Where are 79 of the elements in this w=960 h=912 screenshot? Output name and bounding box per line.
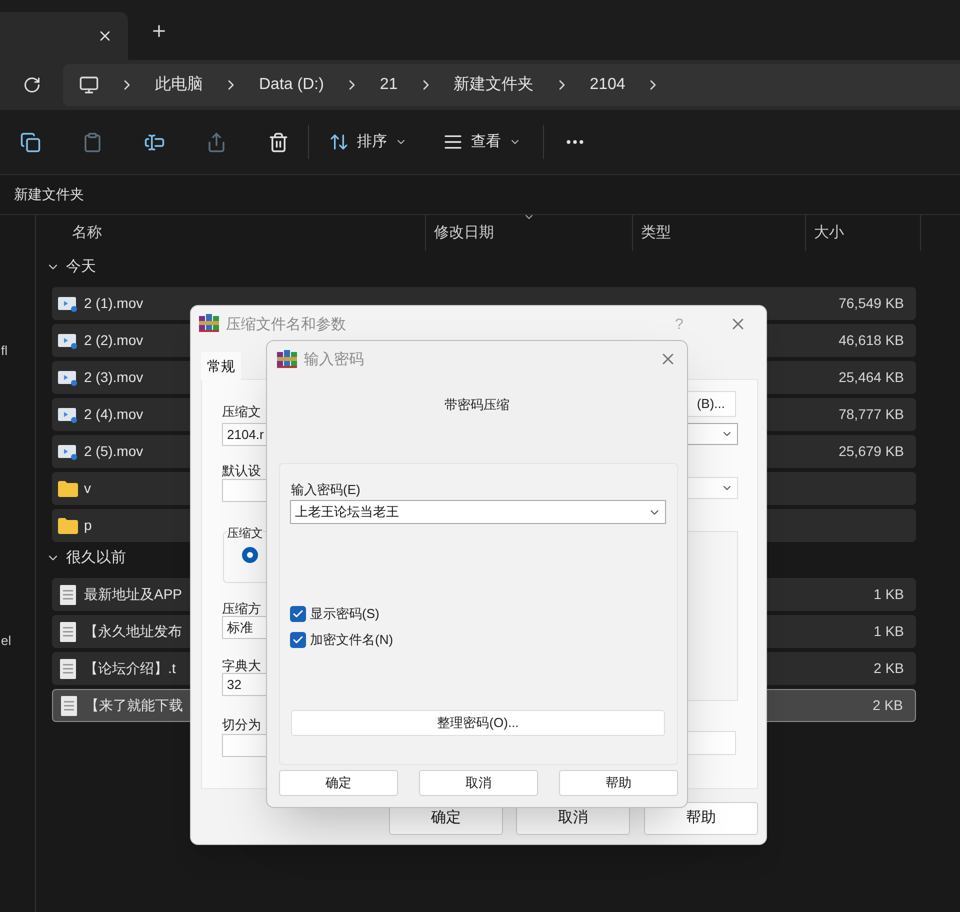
check-icon [292, 634, 304, 646]
column-header[interactable]: 名称 [72, 222, 425, 244]
video-file-icon [58, 332, 78, 348]
file-size: 76,549 KB [838, 294, 905, 313]
organize-button[interactable]: 整理密码(O)... [291, 710, 665, 736]
folder-icon [58, 480, 78, 496]
password-combo-box[interactable]: 上老王论坛当老王 [290, 500, 666, 524]
breadcrumb-item[interactable]: 此电脑 [155, 73, 203, 97]
file-size: 46,618 KB [838, 331, 905, 350]
password-value: 上老王论坛当老王 [295, 503, 400, 522]
file-size: 1 KB [874, 585, 905, 604]
file-name: 2 (2).mov [84, 331, 144, 350]
folder-icon [58, 518, 78, 534]
file-name: 2 (4).mov [84, 405, 144, 424]
breadcrumb-item[interactable]: 新建文件夹 [454, 73, 534, 97]
sidebar-label[interactable]: el [1, 630, 35, 650]
dialog-button[interactable]: 取消 [419, 770, 538, 796]
file-size: 2 KB [872, 696, 904, 715]
copy-icon[interactable] [20, 132, 41, 152]
field-label: 压缩方 [222, 600, 261, 618]
refresh-icon[interactable] [23, 76, 41, 94]
file-name: 【永久地址发布 [84, 622, 182, 641]
file-size: 2 KB [874, 659, 905, 678]
file-name: p [84, 516, 92, 535]
check-icon [292, 608, 304, 620]
text-file-icon [60, 622, 76, 642]
breadcrumb-item[interactable]: 21 [380, 73, 398, 97]
column-header[interactable]: 类型 [632, 215, 805, 251]
file-size: 1 KB [874, 622, 905, 641]
file-size: 25,464 KB [838, 368, 905, 387]
breadcrumb-item[interactable]: Data (D:) [259, 73, 324, 97]
file-name: 最新地址及APP [84, 585, 182, 604]
tab[interactable]: 常规 [201, 352, 241, 380]
folder-title: 新建文件夹 [14, 185, 84, 204]
file-name: 2 (5).mov [84, 442, 144, 461]
file-size: 25,679 KB [838, 442, 905, 461]
video-file-icon [58, 406, 78, 422]
field-label: 输入密码(E) [291, 481, 360, 499]
address-bar[interactable]: 此电脑 Data (D:) 21 新建文件夹 2104 [63, 64, 960, 106]
dialog-button[interactable]: 帮助 [559, 770, 678, 796]
toolbar-menu-button[interactable]: 排序 [329, 130, 407, 154]
sort-icon [329, 132, 349, 152]
field-label: 默认设 [222, 462, 261, 480]
field-label: 压缩文 [222, 403, 261, 421]
checkbox[interactable] [290, 606, 306, 622]
computer-icon [79, 75, 99, 95]
video-file-icon [58, 296, 78, 312]
field-label: 字典大 [222, 657, 261, 675]
file-name: 【论坛介绍】.t [84, 659, 176, 678]
group-header: 今天 [66, 256, 96, 277]
rename-icon[interactable] [144, 132, 165, 152]
checkbox-label: 加密文件名(N) [310, 631, 394, 649]
video-file-icon [58, 444, 78, 460]
dialog-button[interactable]: 确定 [279, 770, 398, 796]
file-name: 2 (3).mov [84, 368, 144, 387]
sidebar-label[interactable]: fl [1, 341, 35, 360]
toolbar-menu-button[interactable]: 查看 [443, 130, 521, 154]
dialog-heading: 带密码压缩 [444, 396, 510, 414]
file-name: 【来了就能下载 [85, 696, 183, 715]
dialog-button[interactable]: 帮助 [644, 802, 758, 835]
file-name: 2 (1).mov [84, 294, 144, 313]
checkbox[interactable] [290, 632, 306, 648]
archive-app-icon [277, 350, 297, 368]
window-title: 输入密码 [304, 350, 364, 370]
checkbox-label: 显示密码(S) [310, 605, 380, 623]
video-file-icon [58, 370, 78, 386]
trash-icon[interactable] [268, 132, 289, 152]
new-tab-icon[interactable] [150, 22, 168, 40]
file-name: v [84, 479, 91, 498]
text-file-icon [60, 584, 76, 604]
group-header: 很久以前 [66, 548, 126, 568]
text-file-icon [61, 696, 77, 716]
archive-app-icon [199, 314, 219, 332]
column-header[interactable]: 修改日期 [425, 215, 632, 251]
column-header[interactable]: 大小 [805, 215, 921, 251]
field-label: 切分为 [222, 716, 261, 734]
file-size: 78,777 KB [838, 405, 905, 424]
breadcrumb-item[interactable]: 2104 [590, 73, 626, 97]
text-file-icon [60, 658, 76, 678]
